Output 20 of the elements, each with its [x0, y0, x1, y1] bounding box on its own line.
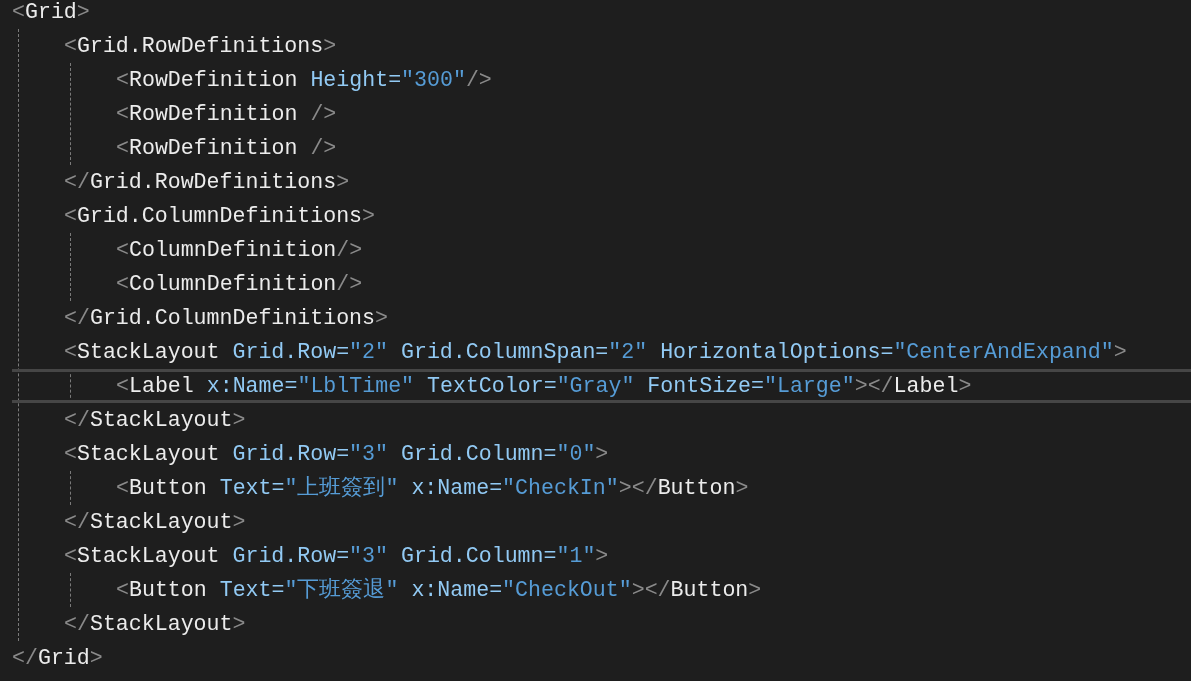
- code-line: <RowDefinition Height="300"/>: [115, 67, 493, 94]
- code-line: <StackLayout Grid.Row="3" Grid.Column="0">: [63, 441, 610, 468]
- code-line: <Button Text="下班簽退" x:Name="CheckOut"></Button>: [115, 577, 763, 604]
- code-line: <Grid.ColumnDefinitions>: [63, 203, 377, 230]
- code-line: </Grid>: [12, 645, 104, 672]
- code-line: <Button Text="上班簽到" x:Name="CheckIn"></Button>: [115, 475, 750, 502]
- code-line: <ColumnDefinition/>: [115, 237, 364, 264]
- code-line: </StackLayout>: [64, 407, 247, 434]
- code-line: </StackLayout>: [64, 509, 247, 536]
- code-line: <RowDefinition />: [115, 101, 338, 128]
- code-line: <RowDefinition />: [115, 135, 338, 162]
- code-line: <Grid.RowDefinitions>: [63, 33, 338, 60]
- code-line: </StackLayout>: [64, 611, 247, 638]
- code-line: <StackLayout Grid.Row="2" Grid.ColumnSpan="2" HorizontalOptions="CenterAndExpand">: [63, 339, 1128, 366]
- code-line: </Grid.RowDefinitions>: [64, 169, 351, 196]
- code-line: <ColumnDefinition/>: [115, 271, 364, 298]
- code-line: </Grid.ColumnDefinitions>: [64, 305, 389, 332]
- code-line: <Label x:Name="LblTime" TextColor="Gray" FontSize="Large"></Label>: [12, 369, 1191, 403]
- code-line: <StackLayout Grid.Row="3" Grid.Column="1">: [63, 543, 610, 570]
- code-line: <Grid>: [12, 0, 91, 26]
